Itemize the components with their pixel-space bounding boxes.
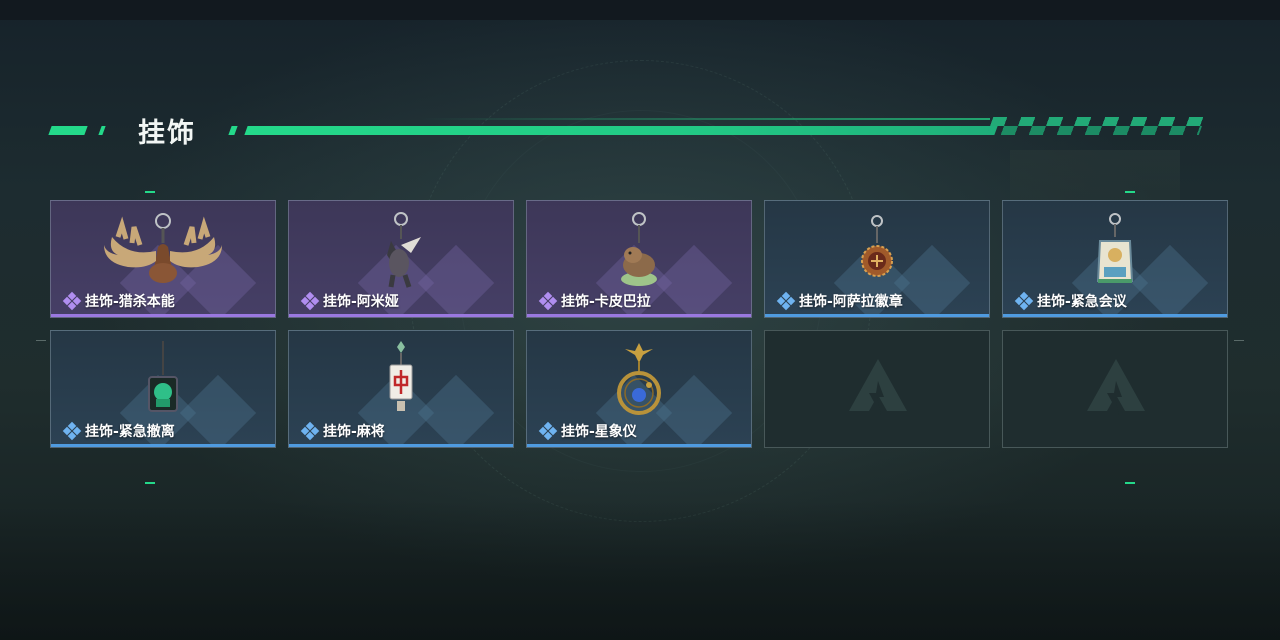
top-band — [0, 0, 1280, 20]
empty-charm-slot[interactable] — [1002, 330, 1228, 448]
card-bg-diamond — [893, 244, 971, 317]
charm-card-emergency-meeting[interactable]: 挂饰-紧急会议 — [1002, 200, 1228, 318]
card-bg-diamond — [1131, 244, 1209, 317]
header-checker-pattern — [986, 117, 1206, 135]
rarity-diamond-icon — [776, 291, 796, 311]
charm-label: 挂饰-麻将 — [300, 421, 385, 441]
charm-label: 挂饰-阿米娅 — [300, 291, 399, 311]
charm-name: 挂饰-麻将 — [323, 424, 385, 440]
background-ground — [0, 500, 1280, 640]
charm-card-capybara[interactable]: 挂饰-卡皮巴拉 — [526, 200, 752, 318]
rarity-diamond-icon — [300, 291, 320, 311]
rarity-diamond-icon — [62, 291, 82, 311]
charm-name: 挂饰-星象仪 — [561, 424, 637, 440]
rarity-diamond-icon — [62, 421, 82, 441]
charm-name: 挂饰-阿米娅 — [323, 294, 399, 310]
grid-marker — [1125, 191, 1135, 193]
charm-name: 挂饰-卡皮巴拉 — [561, 294, 651, 310]
delta-logo-placeholder-icon — [849, 359, 907, 415]
charm-name: 挂饰-紧急撤离 — [85, 424, 175, 440]
capybara-charm-icon — [609, 207, 669, 297]
card-bg-diamond — [179, 374, 257, 447]
rarity-underline — [527, 444, 751, 447]
charm-label: 挂饰-阿萨拉徽章 — [776, 291, 903, 311]
empty-charm-slot[interactable] — [764, 330, 990, 448]
header-accent-bar — [48, 126, 88, 135]
charm-label: 挂饰-紧急会议 — [1014, 291, 1127, 311]
rarity-underline — [289, 444, 513, 447]
asara-badge-charm-icon — [852, 207, 902, 297]
charm-label: 挂饰-卡皮巴拉 — [538, 291, 651, 311]
grid-marker — [145, 482, 155, 484]
charm-name: 挂饰-紧急会议 — [1037, 294, 1127, 310]
header-thin-line — [420, 118, 990, 120]
rarity-underline — [765, 314, 989, 317]
astrolabe-charm-icon — [609, 337, 669, 427]
rarity-underline — [51, 314, 275, 317]
moose-antler-charm-icon — [98, 207, 228, 297]
rarity-diamond-icon — [538, 291, 558, 311]
header-divider-line — [244, 126, 998, 135]
charm-card-astrolabe[interactable]: 挂饰-星象仪 — [526, 330, 752, 448]
delta-logo-placeholder-icon — [1087, 359, 1145, 415]
rarity-underline — [51, 444, 275, 447]
charm-label: 挂饰-星象仪 — [538, 421, 637, 441]
header-accent-bar — [228, 126, 238, 135]
grid-marker — [1125, 482, 1135, 484]
side-marker — [1234, 340, 1244, 341]
rarity-underline — [527, 314, 751, 317]
header-accent-bar — [98, 126, 106, 135]
charm-card-emergency-evac[interactable]: 挂饰-紧急撤离 — [50, 330, 276, 448]
rarity-diamond-icon — [1014, 291, 1034, 311]
rarity-underline — [289, 314, 513, 317]
charm-card-hunting-instinct[interactable]: 挂饰-猎杀本能 — [50, 200, 276, 318]
charm-card-mahjong[interactable]: 挂饰-麻将 — [288, 330, 514, 448]
amiya-doll-charm-icon — [371, 207, 431, 297]
rarity-diamond-icon — [300, 421, 320, 441]
charm-card-asara-badge[interactable]: 挂饰-阿萨拉徽章 — [764, 200, 990, 318]
card-bg-diamond — [417, 374, 495, 447]
side-marker — [36, 340, 46, 341]
emergency-evac-charm-icon — [138, 337, 188, 427]
section-title: 挂饰 — [138, 118, 196, 149]
charm-name: 挂饰-猎杀本能 — [85, 294, 175, 310]
rarity-underline — [1003, 314, 1227, 317]
charm-card-amiya[interactable]: 挂饰-阿米娅 — [288, 200, 514, 318]
charm-label: 挂饰-紧急撤离 — [62, 421, 175, 441]
mahjong-charm-icon — [381, 337, 421, 427]
charm-label: 挂饰-猎杀本能 — [62, 291, 175, 311]
emergency-meeting-charm-icon — [1090, 207, 1140, 297]
charm-name: 挂饰-阿萨拉徽章 — [799, 294, 903, 310]
rarity-diamond-icon — [538, 421, 558, 441]
grid-marker — [145, 191, 155, 193]
